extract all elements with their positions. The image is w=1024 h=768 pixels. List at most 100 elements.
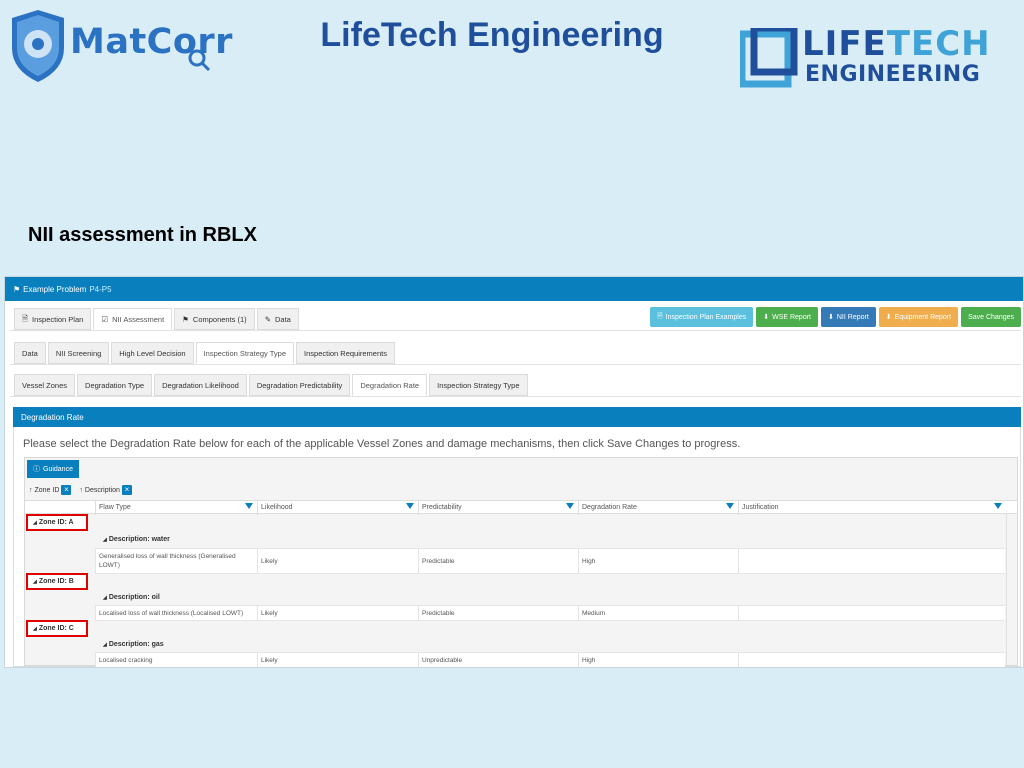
grid-scrollbar[interactable] bbox=[1006, 514, 1017, 665]
nii-report-button[interactable]: ⬇ NII Report bbox=[821, 307, 876, 327]
zone-id-a-highlight[interactable]: ◢ Zone ID: A bbox=[26, 514, 88, 531]
zone-group-row[interactable] bbox=[25, 621, 1005, 637]
wse-report-button[interactable]: ⬇ WSE Report bbox=[756, 307, 818, 327]
cell-likelihood[interactable]: Likely bbox=[257, 606, 418, 620]
subtab-high-level-decision[interactable]: High Level Decision bbox=[111, 342, 194, 364]
cell-predictability[interactable]: Unpredictable bbox=[418, 653, 578, 667]
column-header-degradation-rate[interactable]: Degradation Rate bbox=[578, 501, 738, 515]
tab-vessel-zones[interactable]: Vessel Zones bbox=[14, 374, 76, 396]
subtab-inspection-strategy-type[interactable]: Inspection Strategy Type bbox=[195, 342, 295, 364]
description-group-row[interactable]: ◢ Description: oil bbox=[61, 591, 1005, 605]
inspection-plan-examples-button[interactable]: 🗎 Inspection Plan Examples bbox=[650, 307, 754, 327]
remove-icon[interactable]: × bbox=[121, 485, 132, 495]
column-label: Degradation Rate bbox=[582, 504, 637, 511]
subtab-data[interactable]: Data bbox=[14, 342, 46, 364]
description-group-row[interactable]: ◢ Description: water bbox=[61, 533, 1005, 547]
tag-icon: ⚑ bbox=[182, 314, 189, 324]
equipment-report-button[interactable]: ⬇ Equipment Report bbox=[878, 307, 959, 327]
column-label: Justification bbox=[742, 504, 779, 511]
cell-flaw-type: Localised loss of wall thickness (Locali… bbox=[95, 606, 257, 620]
lifetech-engineering-text: ENGINEERING bbox=[805, 62, 981, 87]
tab-components[interactable]: ⚑ Components (1) bbox=[174, 308, 255, 330]
filter-icon[interactable] bbox=[245, 503, 253, 509]
instruction-text: Please select the Degradation Rate below… bbox=[23, 438, 741, 450]
zone-id-c-highlight[interactable]: ◢ Zone ID: C bbox=[26, 620, 88, 637]
section-title: Degradation Rate bbox=[13, 407, 1021, 427]
tab-degradation-predictability[interactable]: Degradation Predictability bbox=[248, 374, 351, 396]
app-window: ⚑ Example Problem P4-P5 🗎 Inspection Plan… bbox=[4, 276, 1024, 668]
collapse-icon[interactable]: ◢ bbox=[103, 537, 107, 543]
cell-likelihood[interactable]: Likely bbox=[257, 549, 418, 573]
checkbox-icon: ☑ bbox=[101, 314, 109, 324]
tab-degradation-type[interactable]: Degradation Type bbox=[77, 374, 153, 396]
description-label: Description: gas bbox=[108, 641, 164, 648]
document-icon: 🗎 bbox=[22, 313, 29, 323]
column-header-likelihood[interactable]: Likelihood bbox=[257, 501, 418, 515]
column-label: Likelihood bbox=[261, 504, 293, 511]
collapse-icon[interactable]: ◢ bbox=[103, 642, 107, 648]
table-row[interactable]: Generalised loss of wall thickness (Gene… bbox=[95, 548, 1005, 574]
remove-icon[interactable]: × bbox=[61, 485, 72, 495]
description-label: Description: oil bbox=[108, 594, 160, 601]
collapse-icon[interactable]: ◢ bbox=[33, 579, 37, 585]
column-header-predictability[interactable]: Predictability bbox=[418, 501, 578, 515]
zone-label: Zone ID: A bbox=[38, 519, 74, 526]
collapse-icon[interactable]: ◢ bbox=[33, 520, 37, 526]
filter-icon[interactable] bbox=[406, 503, 414, 509]
slide-subtitle: NII assessment in RBLX bbox=[28, 224, 257, 246]
cell-degradation-rate[interactable]: High bbox=[578, 549, 738, 573]
download-icon: ⬇ bbox=[885, 314, 892, 321]
info-icon: ⓘ bbox=[33, 466, 40, 473]
strategy-subtab-bar: Vessel Zones Degradation Type Degradatio… bbox=[10, 371, 1021, 397]
action-button-group: 🗎 Inspection Plan Examples ⬇ WSE Report ⬇ N… bbox=[650, 307, 1021, 327]
degradation-rate-panel: Please select the Degradation Rate below… bbox=[13, 427, 1021, 667]
download-icon: ⬇ bbox=[828, 314, 834, 321]
problem-title: Example Problem bbox=[23, 284, 87, 294]
cell-justification[interactable] bbox=[738, 549, 1006, 573]
description-label: Description: water bbox=[108, 536, 170, 543]
degradation-rate-grid: ⓘ Guidance ↑ Zone ID × ↑ Description × Flaw T… bbox=[24, 457, 1018, 667]
zone-group-row[interactable] bbox=[25, 574, 1005, 590]
tab-degradation-likelihood[interactable]: Degradation Likelihood bbox=[154, 374, 247, 396]
cell-predictability[interactable]: Predictable bbox=[418, 549, 578, 573]
button-label: Inspection Plan Examples bbox=[665, 313, 747, 321]
tab-inspection-plan[interactable]: 🗎 Inspection Plan bbox=[14, 308, 92, 330]
filter-icon[interactable] bbox=[726, 503, 734, 509]
group-chip-description[interactable]: ↑ Description × bbox=[77, 482, 134, 498]
collapse-icon[interactable]: ◢ bbox=[103, 595, 107, 601]
button-label: Equipment Report bbox=[894, 313, 952, 321]
group-chip-zone-id[interactable]: ↑ Zone ID × bbox=[27, 482, 73, 498]
tab-inspection-strategy-type[interactable]: Inspection Strategy Type bbox=[429, 374, 528, 396]
subtab-inspection-requirements[interactable]: Inspection Requirements bbox=[296, 342, 395, 364]
table-row[interactable]: Localised loss of wall thickness (Locali… bbox=[95, 605, 1005, 621]
save-changes-button[interactable]: Save Changes bbox=[961, 307, 1021, 327]
cell-justification[interactable] bbox=[738, 653, 1006, 667]
tab-degradation-rate[interactable]: Degradation Rate bbox=[352, 374, 428, 396]
filter-icon[interactable] bbox=[994, 503, 1002, 509]
column-header-justification[interactable]: Justification bbox=[738, 501, 1006, 515]
cell-flaw-type: Generalised loss of wall thickness (Gene… bbox=[95, 549, 257, 573]
zone-id-b-highlight[interactable]: ◢ Zone ID: B bbox=[26, 573, 88, 590]
zone-label: Zone ID: B bbox=[38, 578, 74, 585]
subtab-nii-screening[interactable]: NII Screening bbox=[47, 342, 110, 364]
cell-justification[interactable] bbox=[738, 606, 1006, 620]
table-row[interactable]: Localised cracking Likely Unpredictable … bbox=[95, 652, 1006, 667]
cell-degradation-rate[interactable]: Medium bbox=[578, 606, 738, 620]
group-by-bar: ↑ Zone ID × ↑ Description × bbox=[27, 482, 134, 498]
column-header-flaw-type[interactable]: Flaw Type bbox=[95, 501, 257, 515]
tab-nii-assessment[interactable]: ☑ NII Assessment bbox=[93, 308, 173, 330]
sort-up-icon: ↑ bbox=[29, 486, 33, 494]
filter-icon[interactable] bbox=[566, 503, 574, 509]
tab-label: Components (1) bbox=[192, 314, 247, 324]
button-label: NII Report bbox=[836, 313, 869, 321]
tab-data[interactable]: ✎ Data bbox=[256, 308, 299, 330]
cell-likelihood[interactable]: Likely bbox=[257, 653, 418, 667]
cell-predictability[interactable]: Predictable bbox=[418, 606, 578, 620]
guidance-button[interactable]: ⓘ Guidance bbox=[27, 460, 79, 478]
zone-group-row[interactable] bbox=[25, 515, 1005, 531]
description-group-row[interactable]: ◢ Description: gas bbox=[61, 638, 1005, 652]
download-icon: ⬇ bbox=[763, 314, 770, 321]
cell-degradation-rate[interactable]: High bbox=[578, 653, 738, 667]
collapse-icon[interactable]: ◢ bbox=[33, 626, 37, 632]
problem-code[interactable]: P4-P5 bbox=[89, 285, 111, 294]
